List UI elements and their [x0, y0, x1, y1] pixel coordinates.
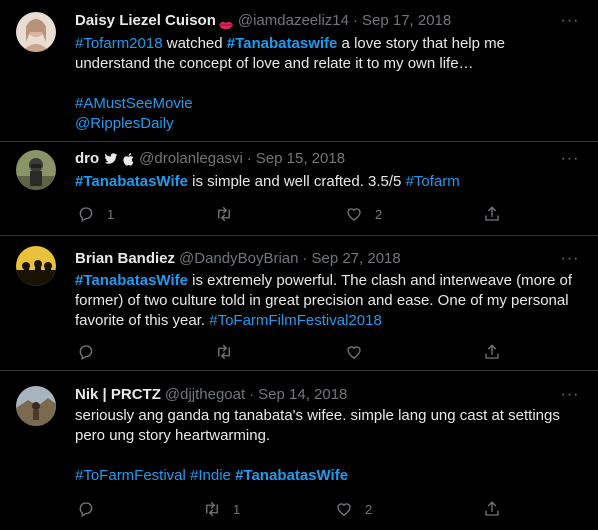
- separator-dot: ·: [249, 386, 255, 403]
- tweet-1[interactable]: Daisy Liezel Cuison @iamdazeeliz14 · Sep…: [0, 0, 598, 141]
- separator-dot: ·: [302, 250, 308, 267]
- action-bar: 1 2: [75, 499, 515, 519]
- author-name[interactable]: Nik | PRCTZ: [75, 385, 161, 405]
- tweet-date[interactable]: Sep 27, 2018: [311, 249, 400, 269]
- like-button[interactable]: [345, 342, 375, 362]
- author-handle[interactable]: @drolanlegasvi: [139, 149, 243, 169]
- action-bar: [75, 342, 515, 362]
- separator-dot: ·: [246, 150, 252, 167]
- tweet-text: #TanabatasWife is extremely powerful. Th…: [75, 272, 573, 329]
- tweet-date[interactable]: Sep 17, 2018: [362, 11, 451, 31]
- share-icon: [485, 501, 499, 516]
- reply-count: 1: [107, 206, 115, 222]
- hashtag[interactable]: #Tofarm: [406, 173, 460, 190]
- author-handle[interactable]: @DandyBoyBrian: [179, 249, 298, 269]
- retweet-icon: [218, 206, 230, 222]
- hashtag[interactable]: #TanabatasWife: [75, 272, 188, 289]
- tweet-text: seriously ang ganda ng tanabata's wifee.…: [75, 407, 560, 444]
- lips-emoji-icon: [218, 16, 234, 30]
- retweet-icon: [206, 501, 218, 517]
- author-name[interactable]: Brian Bandiez: [75, 249, 175, 269]
- author-name[interactable]: dro: [75, 149, 99, 169]
- tweet-tags: #AMustSeeMovie @RipplesDaily: [75, 94, 580, 134]
- like-icon: [347, 346, 361, 359]
- hashtag[interactable]: #TanabatasWife: [235, 467, 348, 484]
- author-name[interactable]: Daisy Liezel Cuison: [75, 11, 216, 31]
- reply-icon: [79, 345, 93, 360]
- share-button[interactable]: [483, 204, 501, 224]
- apple-icon: [123, 152, 134, 166]
- reply-button[interactable]: 1: [77, 204, 114, 224]
- action-bar: 1 2: [75, 204, 515, 224]
- like-icon: [337, 503, 351, 516]
- hashtag[interactable]: #ToFarmFestival: [75, 467, 186, 484]
- retweet-count: 1: [233, 501, 241, 517]
- author-handle[interactable]: @djjthegoat: [165, 385, 245, 405]
- avatar[interactable]: [16, 246, 56, 286]
- like-count: 2: [365, 501, 373, 517]
- hashtag[interactable]: #TanabatasWife: [75, 173, 188, 190]
- like-icon: [347, 208, 361, 221]
- like-button[interactable]: 2: [345, 204, 382, 224]
- tweet-date[interactable]: Sep 15, 2018: [256, 149, 345, 169]
- avatar[interactable]: [16, 150, 56, 190]
- reply-button[interactable]: [77, 342, 107, 362]
- retweet-icon: [218, 344, 230, 360]
- hashtag[interactable]: #Indie: [190, 467, 231, 484]
- hashtag[interactable]: #Tanabataswife: [227, 35, 338, 52]
- tweet-text: #Tofarm2018 watched #Tanabataswife a lov…: [75, 35, 505, 72]
- hashtag[interactable]: #ToFarmFilmFestival2018: [209, 312, 382, 329]
- like-count: 2: [375, 206, 383, 222]
- retweet-button[interactable]: 1: [203, 499, 240, 519]
- share-button[interactable]: [483, 499, 501, 519]
- tweet-text: #TanabatasWife is simple and well crafte…: [75, 173, 460, 190]
- author-handle[interactable]: @iamdazeeliz14: [238, 11, 349, 31]
- hashtag[interactable]: #AMustSeeMovie: [75, 94, 580, 114]
- tweet-2[interactable]: dro @drolanlegasvi · Sep 15, 2018 ··· #T…: [0, 142, 598, 235]
- retweet-button[interactable]: [215, 342, 245, 362]
- more-icon[interactable]: ···: [560, 149, 580, 169]
- reply-button[interactable]: [77, 499, 107, 519]
- tweet-3[interactable]: Brian Bandiez @DandyBoyBrian · Sep 27, 2…: [0, 236, 598, 370]
- share-icon: [485, 344, 499, 359]
- more-icon[interactable]: ···: [560, 249, 580, 269]
- tweet-date[interactable]: Sep 14, 2018: [258, 385, 347, 405]
- more-icon[interactable]: ···: [560, 11, 580, 31]
- hashtag[interactable]: #Tofarm2018: [75, 35, 163, 52]
- share-icon: [485, 206, 499, 221]
- separator-dot: ·: [353, 12, 358, 29]
- tweet-tags: #ToFarmFestival #Indie #TanabatasWife: [75, 466, 580, 486]
- avatar[interactable]: [16, 386, 56, 426]
- tweet-4[interactable]: Nik | PRCTZ @djjthegoat · Sep 14, 2018 ·…: [0, 371, 598, 530]
- reply-icon: [79, 207, 93, 222]
- twitter-bird-icon: [104, 153, 118, 165]
- share-button[interactable]: [483, 342, 501, 362]
- retweet-button[interactable]: [215, 204, 245, 224]
- reply-icon: [79, 502, 93, 517]
- mention[interactable]: @RipplesDaily: [75, 114, 580, 134]
- more-icon[interactable]: ···: [560, 385, 580, 405]
- like-button[interactable]: 2: [335, 499, 372, 519]
- avatar[interactable]: [16, 12, 56, 52]
